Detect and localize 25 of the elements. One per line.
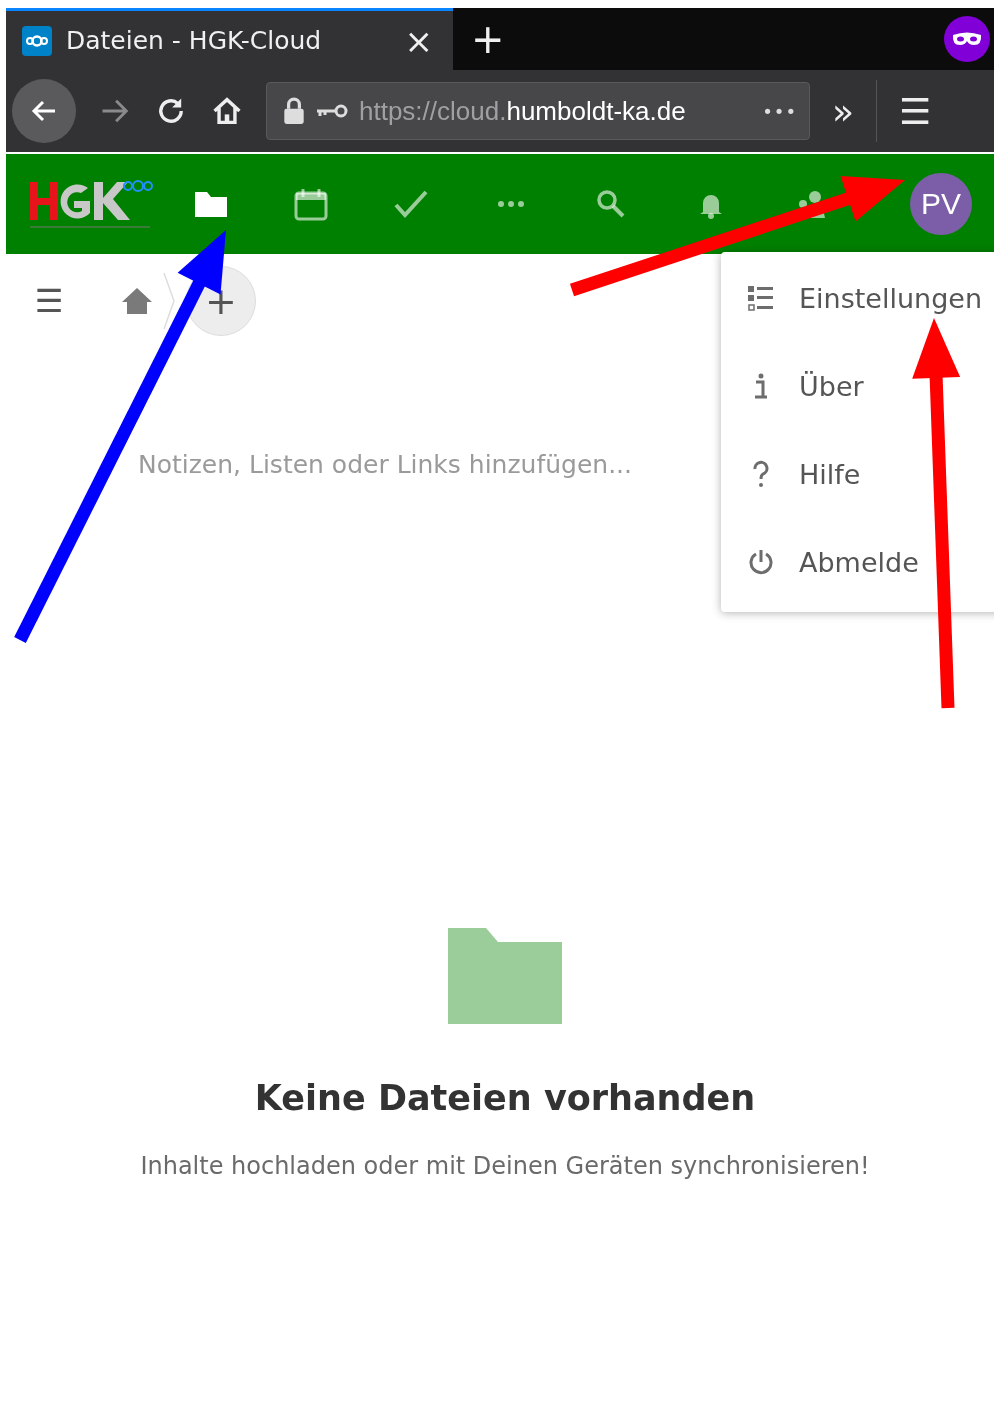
cloud-logo-icon xyxy=(22,25,52,56)
overflow-button[interactable]: » xyxy=(832,90,855,132)
page-actions-button[interactable]: ••• xyxy=(762,100,797,122)
empty-hint: Inhalte hochladen oder mit Deinen Geräten synchronisieren! xyxy=(140,1152,870,1180)
lock-icon xyxy=(283,97,305,125)
browser-tab[interactable]: Dateien - HGK-Cloud × xyxy=(6,8,453,70)
settings-icon xyxy=(747,284,775,312)
menu-item[interactable]: Hilfe xyxy=(721,430,994,518)
key-icon xyxy=(315,103,349,119)
menu-button[interactable]: ☰ xyxy=(899,90,932,132)
address-bar[interactable]: https://cloud.humboldt-ka.de ••• xyxy=(266,82,810,140)
logout-icon xyxy=(747,548,775,576)
user-avatar[interactable]: PV xyxy=(910,173,972,235)
menu-item[interactable]: Einstellungen xyxy=(721,254,994,342)
private-mask-icon[interactable] xyxy=(944,16,990,62)
navigation-toggle-button[interactable]: ☰ xyxy=(32,282,66,320)
url-text: https://cloud.humboldt-ka.de xyxy=(359,95,687,127)
tab-title: Dateien - HGK-Cloud xyxy=(66,26,323,55)
breadcrumb-chevron-icon xyxy=(162,271,176,331)
menu-item[interactable]: Abmelde xyxy=(721,518,994,606)
new-tab-button[interactable]: + xyxy=(471,16,505,62)
empty-title: Keine Dateien vorhanden xyxy=(254,1078,756,1118)
menu-item[interactable]: Über xyxy=(721,342,994,430)
folder-icon xyxy=(448,928,562,1024)
close-tab-button[interactable]: × xyxy=(404,20,433,61)
